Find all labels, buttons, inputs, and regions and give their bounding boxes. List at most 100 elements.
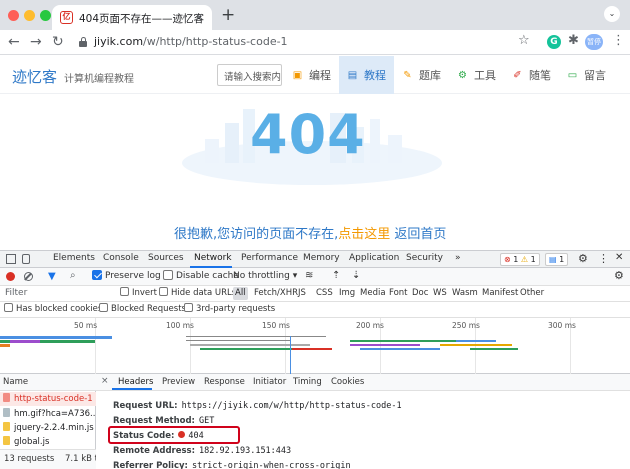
detail-tab-cookies[interactable]: Cookies [331, 377, 364, 387]
nav-item-quiz[interactable]: ✎ 题库 [394, 56, 449, 94]
grammarly-extension-icon[interactable]: G [547, 35, 561, 49]
reload-icon[interactable]: ↻ [52, 33, 64, 51]
devtools-tab-security[interactable]: Security [406, 253, 443, 263]
tool-icon: ⚙ [458, 69, 467, 81]
inspect-element-icon[interactable] [6, 254, 16, 264]
close-detail-icon[interactable]: × [101, 376, 109, 386]
profile-avatar[interactable]: 暂停 [585, 34, 603, 50]
online-wifi-icon[interactable]: ≋ [305, 270, 313, 281]
devtools-menu-icon[interactable]: ⋮ [598, 252, 609, 265]
detail-tab-preview[interactable]: Preview [162, 377, 195, 387]
home-link[interactable]: 点击这里 [338, 227, 390, 242]
referrer-policy-row: Referrer Policy: strict-origin-when-cross… [113, 461, 351, 469]
browser-menu-icon[interactable]: ⋮ [612, 33, 625, 48]
devtools-tab-memory[interactable]: Memory [303, 253, 340, 263]
type-filter-doc[interactable]: Doc [412, 288, 428, 298]
site-search-input[interactable]: 请输入搜索内 [217, 64, 282, 86]
type-filter-manifest[interactable]: Manifest [482, 288, 518, 298]
site-logo[interactable]: 迹忆客 [12, 66, 57, 87]
devtools-tab-console[interactable]: Console [103, 253, 139, 263]
nav-item-code[interactable]: ▣ 编程 [284, 56, 339, 94]
request-row[interactable]: global.js [0, 435, 96, 449]
devtools-tab-elements[interactable]: Elements [53, 253, 95, 263]
extensions-puzzle-icon[interactable]: ✱ [568, 33, 579, 48]
type-filter-js[interactable]: JS [298, 288, 306, 298]
timeline-tick: 250 ms [452, 321, 480, 330]
request-row[interactable]: hm.gif?hca=A736... [0, 407, 96, 421]
checkbox-unchecked-icon[interactable] [163, 269, 173, 280]
tab-title: 404页面不存在——迹忆客 [79, 13, 205, 25]
blocked-cookies-checkbox[interactable]: Has blocked cookies [4, 303, 102, 314]
search-icon[interactable]: ⌕ [70, 270, 76, 281]
disable-cache-checkbox[interactable]: Disable cache [163, 269, 239, 281]
messages-badge[interactable]: ▤ 1 [545, 253, 569, 266]
device-toolbar-icon[interactable] [22, 254, 30, 264]
back-icon[interactable]: ← [8, 33, 20, 51]
checkbox-checked-icon[interactable] [92, 269, 102, 280]
blocked-requests-checkbox[interactable]: Blocked Requests [99, 303, 186, 314]
more-tabs-icon[interactable]: » [455, 253, 461, 263]
url-text[interactable]: jiyik.com/w/http/http-status-code-1 [94, 35, 288, 48]
devtools-tab-performance[interactable]: Performance [241, 253, 298, 263]
document-file-icon [3, 393, 10, 402]
clear-icon[interactable] [24, 272, 33, 281]
lock-icon[interactable] [79, 37, 87, 47]
type-filter-media[interactable]: Media [360, 288, 386, 298]
devtools-tab-network[interactable]: Network [194, 253, 232, 263]
filter-funnel-icon[interactable]: ▼ [48, 271, 56, 282]
tab-close-icon[interactable]: × [195, 10, 204, 23]
image-file-icon [3, 408, 10, 417]
window-zoom-button[interactable] [40, 10, 51, 21]
window-minimize-button[interactable] [24, 10, 35, 21]
preserve-log-checkbox[interactable]: Preserve log [92, 269, 161, 281]
import-har-icon[interactable]: ⇡ [332, 270, 340, 281]
type-filter-img[interactable]: Img [339, 288, 355, 298]
network-settings-icon[interactable]: ⚙ [614, 269, 624, 282]
script-file-icon [3, 436, 10, 445]
browser-tab-strip: 亿 404页面不存在——迹忆客 × + ⌄ [0, 0, 630, 30]
network-overview-timeline[interactable]: 50 ms 100 ms 150 ms 200 ms 250 ms 300 ms [0, 318, 630, 374]
export-har-icon[interactable]: ⇣ [352, 270, 360, 281]
type-filter-all[interactable]: All [233, 287, 248, 300]
invert-checkbox[interactable]: Invert [120, 287, 157, 298]
bookmark-star-icon[interactable]: ☆ [518, 33, 530, 48]
warning-icon: ⚠ [520, 255, 529, 264]
nav-item-message[interactable]: ▭ 留言 [559, 56, 614, 94]
request-row[interactable]: http-status-code-1 [0, 392, 96, 406]
detail-tab-response[interactable]: Response [204, 377, 245, 387]
browser-tab[interactable]: 亿 404页面不存在——迹忆客 × [52, 5, 212, 30]
devtools-tab-application[interactable]: Application [349, 253, 399, 263]
tab-search-icon[interactable]: ⌄ [604, 6, 620, 22]
address-bar[interactable]: jiyik.com/w/http/http-status-code-1 ☆ [70, 32, 540, 53]
detail-tab-timing[interactable]: Timing [293, 377, 322, 387]
third-party-checkbox[interactable]: 3rd-party requests [184, 303, 275, 314]
timeline-tick: 300 ms [548, 321, 576, 330]
window-close-button[interactable] [8, 10, 19, 21]
type-filter-css[interactable]: CSS [316, 288, 333, 298]
type-filter-wasm[interactable]: Wasm [452, 288, 478, 298]
devtools-settings-icon[interactable]: ⚙ [578, 252, 588, 265]
nav-item-essay[interactable]: ✐ 随笔 [504, 56, 559, 94]
throttling-select[interactable]: No throttling ▾ [233, 271, 297, 281]
name-column-header[interactable]: Name [0, 374, 96, 391]
issues-badge[interactable]: ⊗ 1 ⚠ 1 [500, 253, 540, 266]
type-filter-ws[interactable]: WS [433, 288, 447, 298]
nav-item-tools[interactable]: ⚙ 工具 [449, 56, 504, 94]
request-url-value[interactable]: https://jiyik.com/w/http/http-status-cod… [182, 401, 402, 411]
new-tab-button[interactable]: + [221, 6, 235, 24]
type-filter-other[interactable]: Other [520, 288, 544, 298]
devtools-tab-sources[interactable]: Sources [148, 253, 184, 263]
record-icon[interactable] [6, 272, 15, 281]
nav-item-tutorial[interactable]: ▤ 教程 [339, 56, 394, 94]
filter-input[interactable]: Filter [5, 288, 27, 298]
request-row[interactable]: jquery-2.2.4.min.js [0, 421, 96, 435]
detail-tab-initiator[interactable]: Initiator [253, 377, 286, 387]
filter-bar: Filter Invert Hide data URLs All Fetch/X… [0, 286, 630, 302]
forward-icon[interactable]: → [30, 33, 42, 51]
type-filter-fetch-xhr[interactable]: Fetch/XHR [254, 288, 298, 298]
detail-tab-headers[interactable]: Headers [118, 377, 153, 387]
detail-tab-bar: × Headers Preview Response Initiator Tim… [96, 374, 630, 391]
hide-data-urls-checkbox[interactable]: Hide data URLs [159, 287, 236, 298]
devtools-close-icon[interactable]: ✕ [615, 252, 623, 263]
type-filter-font[interactable]: Font [389, 288, 408, 298]
